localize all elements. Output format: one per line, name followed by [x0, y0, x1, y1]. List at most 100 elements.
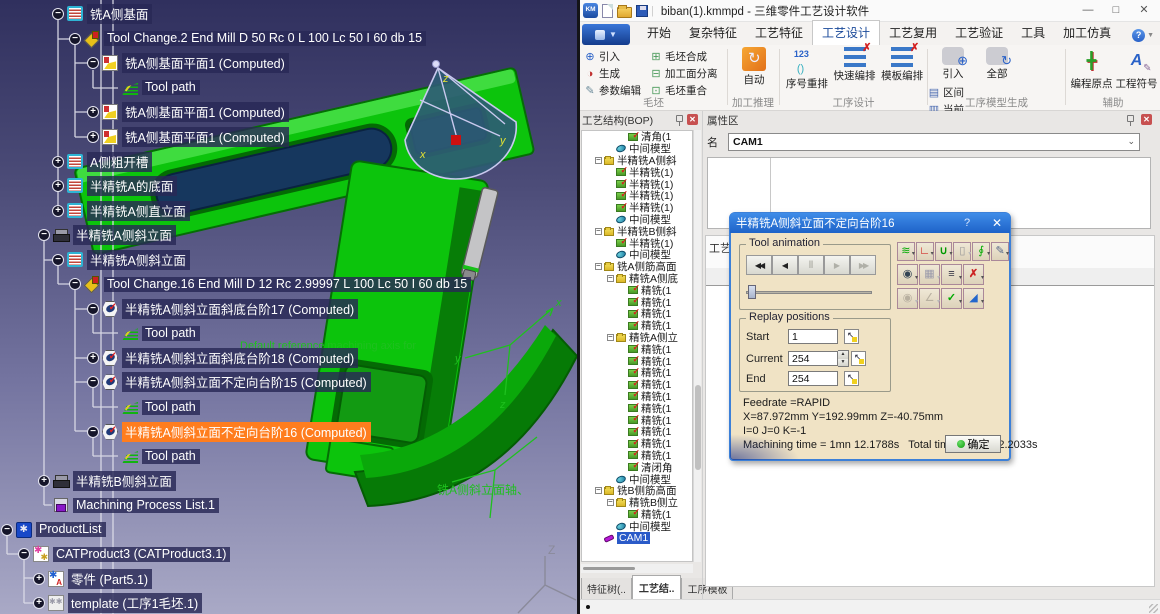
help-button[interactable]: ? ▼: [1132, 29, 1154, 42]
tree-row[interactable]: 半精铣A侧斜立面: [0, 223, 577, 248]
ribbon-small-button[interactable]: 加工面分离: [650, 65, 728, 82]
tree-node-label[interactable]: Tool path: [142, 326, 200, 341]
app-menu-button[interactable]: ▼: [582, 24, 630, 45]
tree-row[interactable]: 半精铣A侧斜立面: [0, 247, 577, 272]
tree-expand-toggle[interactable]: [52, 8, 64, 20]
tree-node-label[interactable]: 半精铣A侧斜立面斜底台阶18 (Computed): [122, 348, 358, 368]
panel-close-icon[interactable]: ✕: [1141, 114, 1152, 125]
tree-expand-toggle[interactable]: [595, 228, 602, 235]
tree-node-label[interactable]: CATProduct3 (CATProduct3.1): [53, 547, 230, 562]
ribbon-big-button[interactable]: 序号重排: [784, 47, 830, 91]
tree-row[interactable]: Tool path: [0, 444, 577, 469]
wire-icon[interactable]: [972, 242, 990, 261]
ribbon-tab[interactable]: 工具: [1012, 21, 1054, 45]
bop-tree[interactable]: 清角(1 中间模型 半精铣A侧斜: [581, 130, 693, 562]
ok-button[interactable]: 确定: [945, 435, 1001, 453]
pause-icon[interactable]: [798, 255, 824, 275]
tree-node-label[interactable]: Tool path: [142, 449, 200, 464]
tree-row[interactable]: ProductList: [0, 517, 577, 542]
tree-node-label[interactable]: Machining Process List.1: [73, 498, 219, 513]
rewind-icon[interactable]: [746, 255, 772, 275]
current-spinner[interactable]: ▲▼: [838, 350, 849, 367]
tree-row[interactable]: 半精铣A侧斜立面不定向台阶16 (Computed): [0, 419, 577, 444]
ribbon-big-button[interactable]: 编程原点: [1070, 47, 1113, 91]
ribbon-small-button[interactable]: 生成: [584, 65, 650, 82]
panel-close-icon[interactable]: ✕: [687, 114, 698, 125]
bop-tree-row[interactable]: CAM1: [582, 532, 692, 544]
tree-node-label[interactable]: 半精铣A侧斜立面不定向台阶15 (Computed): [122, 372, 371, 392]
scrollbar-thumb[interactable]: [695, 385, 701, 470]
cylinder-icon[interactable]: [953, 242, 971, 261]
tree-expand-toggle[interactable]: [1, 524, 13, 536]
tree-row[interactable]: 半精铣B侧斜立面: [0, 468, 577, 493]
tree-row[interactable]: A侧粗开槽: [0, 149, 577, 174]
animation-slider[interactable]: [746, 285, 876, 299]
ribbon-big-button[interactable]: 工程符号: [1115, 47, 1158, 91]
tree-node-label[interactable]: 铣A侧基面: [87, 4, 152, 24]
pin-icon[interactable]: [676, 115, 683, 122]
tree-node-label[interactable]: 半精铣A侧斜立面: [73, 225, 176, 245]
measure-icon[interactable]: [919, 288, 940, 309]
ribbon-tab[interactable]: 工艺特征: [746, 21, 812, 45]
tree-expand-toggle[interactable]: [87, 131, 99, 143]
ribbon-big-button[interactable]: 引入: [932, 47, 974, 81]
tree-row[interactable]: Machining Process List.1: [0, 493, 577, 518]
tree-expand-toggle[interactable]: [33, 597, 45, 609]
current-picker-button[interactable]: [851, 351, 866, 366]
scrollbar-thumb[interactable]: [583, 567, 635, 570]
3d-viewport[interactable]: z x y x y z Z Default reference machinin…: [0, 0, 577, 614]
new-file-icon[interactable]: [602, 4, 613, 18]
tree-expand-toggle[interactable]: [595, 157, 602, 164]
end-picker-button[interactable]: [844, 371, 859, 386]
save-file-icon[interactable]: [636, 5, 648, 17]
tree-node-label[interactable]: Tool path: [142, 400, 200, 415]
tree-node-label[interactable]: ProductList: [36, 522, 106, 537]
tree-expand-toggle[interactable]: [87, 57, 99, 69]
tree-node-label[interactable]: 半精铣A侧斜立面斜底台阶17 (Computed): [122, 299, 358, 319]
tree-node-label[interactable]: 半精铣A侧斜立面不定向台阶16 (Computed): [122, 422, 371, 442]
tree-expand-toggle[interactable]: [18, 548, 30, 560]
bop-tree-row[interactable]: 中间模型: [582, 520, 692, 532]
tree-expand-toggle[interactable]: [52, 156, 64, 168]
tree-node-label[interactable]: 半精铣A的底面: [87, 176, 177, 196]
tree-node-label[interactable]: Tool Change.16 End Mill D 12 Rc 2.99997 …: [104, 277, 471, 292]
tree-node-label[interactable]: 铣A侧基面平面1 (Computed): [122, 127, 289, 147]
slider-thumb[interactable]: [748, 285, 756, 299]
tree-row[interactable]: 半精铣A侧斜立面斜底台阶17 (Computed): [0, 297, 577, 322]
tree-expand-toggle[interactable]: [87, 352, 99, 364]
tree-expand-toggle[interactable]: [69, 33, 81, 45]
tree-row[interactable]: 半精铣A侧斜立面不定向台阶15 (Computed): [0, 370, 577, 395]
delete-path-icon[interactable]: [963, 264, 984, 285]
start-input[interactable]: 1: [788, 329, 838, 344]
tree-row[interactable]: Tool path: [0, 395, 577, 420]
ribbon-small-button[interactable]: 引入: [584, 48, 650, 65]
tree-expand-toggle[interactable]: [87, 106, 99, 118]
tree-node-label[interactable]: Tool Change.2 End Mill D 50 Rc 0 L 100 L…: [104, 31, 426, 46]
tree-expand-toggle[interactable]: [52, 180, 64, 192]
save-icon[interactable]: [919, 264, 940, 285]
tree-row[interactable]: CATProduct3 (CATProduct3.1): [0, 542, 577, 567]
tree-node-label[interactable]: 零件 (Part5.1): [68, 569, 152, 589]
tree-row[interactable]: 铣A侧基面平面1 (Computed): [0, 100, 577, 125]
tree-expand-toggle[interactable]: [87, 376, 99, 388]
tree-expand-toggle[interactable]: [69, 278, 81, 290]
vertical-scrollbar[interactable]: [693, 130, 701, 562]
tree-expand-toggle[interactable]: [607, 275, 614, 282]
plot-point-icon[interactable]: [916, 242, 934, 261]
ribbon-small-button[interactable]: 毛坯合成: [650, 48, 728, 65]
tree-expand-toggle[interactable]: [607, 499, 614, 506]
tree-node-label[interactable]: 铣A侧基面平面1 (Computed): [122, 53, 289, 73]
forward-icon[interactable]: [850, 255, 876, 275]
km-logo-icon[interactable]: [583, 3, 598, 18]
dock-tab[interactable]: 工艺结..: [632, 575, 682, 600]
tree-row[interactable]: 铣A侧基面平面1 (Computed): [0, 125, 577, 150]
tree-row[interactable]: 半精铣A侧斜立面斜底台阶18 (Computed): [0, 346, 577, 371]
ribbon-big-button[interactable]: 全部: [976, 47, 1018, 81]
maximize-button[interactable]: □: [1102, 0, 1130, 21]
dialog-close-button[interactable]: ✕: [990, 216, 1004, 230]
ribbon-big-button[interactable]: 自动: [732, 47, 776, 87]
tree-expand-toggle[interactable]: [595, 263, 602, 270]
bop-node-label[interactable]: CAM1: [617, 532, 650, 544]
ribbon-tab[interactable]: 加工仿真: [1054, 21, 1120, 45]
minimize-button[interactable]: —: [1074, 0, 1102, 21]
